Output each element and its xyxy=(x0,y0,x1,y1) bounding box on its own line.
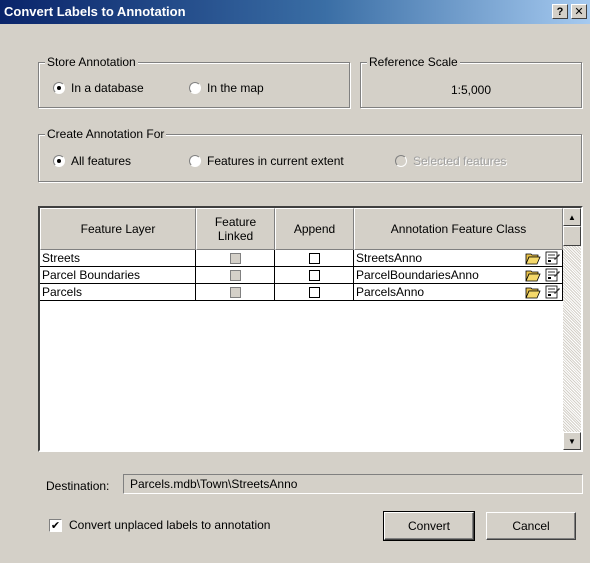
annotation-class-name: ParcelsAnno xyxy=(356,285,425,299)
append-checkbox[interactable] xyxy=(308,252,320,264)
vertical-scrollbar[interactable]: ▲ ▼ xyxy=(563,208,581,450)
column-header-feature-linked[interactable]: Feature Linked xyxy=(196,208,275,250)
cell-feature-layer[interactable]: Parcels xyxy=(40,284,196,301)
feature-linked-checkbox xyxy=(229,269,241,281)
cell-annotation-class[interactable]: StreetsAnno xyxy=(354,250,563,267)
append-checkbox[interactable] xyxy=(308,269,320,281)
cell-annotation-class[interactable]: ParcelBoundariesAnno xyxy=(354,267,563,284)
radio-indicator xyxy=(53,82,65,94)
column-header-feature-layer[interactable]: Feature Layer xyxy=(40,208,196,250)
radio-in-database[interactable]: In a database xyxy=(53,81,144,95)
table-row[interactable]: Parcel Boundaries ParcelBoundariesAnno xyxy=(40,267,563,284)
cell-feature-linked xyxy=(196,267,275,284)
cell-feature-linked xyxy=(196,250,275,267)
radio-all-features[interactable]: All features xyxy=(53,154,131,168)
feature-linked-checkbox xyxy=(229,286,241,298)
table-row[interactable]: Streets StreetsAnno xyxy=(40,250,563,267)
reference-scale-group: Reference Scale 1:5,000 xyxy=(360,55,582,108)
table-row[interactable]: Parcels ParcelsAnno xyxy=(40,284,563,301)
window-title: Convert Labels to Annotation xyxy=(4,4,186,19)
append-checkbox[interactable] xyxy=(308,286,320,298)
cell-feature-layer[interactable]: Streets xyxy=(40,250,196,267)
radio-in-map-label: In the map xyxy=(207,81,264,95)
feature-linked-checkbox xyxy=(229,252,241,264)
convert-labels-dialog: Convert Labels to Annotation ? ✕ Store A… xyxy=(0,0,590,563)
help-button[interactable]: ? xyxy=(552,4,568,19)
create-annotation-for-group: Create Annotation For All features Featu… xyxy=(38,127,582,182)
reference-scale-value: 1:5,000 xyxy=(450,83,492,97)
cancel-button[interactable]: Cancel xyxy=(486,512,576,540)
convert-unplaced-option[interactable]: ✔ Convert unplaced labels to annotation xyxy=(49,518,270,532)
title-bar[interactable]: Convert Labels to Annotation ? ✕ xyxy=(0,0,590,24)
properties-icon[interactable] xyxy=(543,251,561,266)
cell-append[interactable] xyxy=(275,267,354,284)
column-header-append[interactable]: Append xyxy=(275,208,354,250)
close-button[interactable]: ✕ xyxy=(571,4,587,19)
reference-scale-label: Reference Scale xyxy=(367,55,460,69)
feature-layer-grid: Feature Layer Feature Linked Append Anno… xyxy=(38,206,583,452)
convert-unplaced-label: Convert unplaced labels to annotation xyxy=(69,518,271,532)
folder-open-icon[interactable] xyxy=(524,285,542,300)
scroll-up-button[interactable]: ▲ xyxy=(563,208,581,226)
radio-current-extent[interactable]: Features in current extent xyxy=(189,154,344,168)
radio-selected-features: Selected features xyxy=(395,154,506,168)
cell-annotation-class[interactable]: ParcelsAnno xyxy=(354,284,563,301)
annotation-class-name: ParcelBoundariesAnno xyxy=(356,268,479,282)
radio-selected-features-label: Selected features xyxy=(413,154,507,168)
cell-append[interactable] xyxy=(275,250,354,267)
properties-icon[interactable] xyxy=(543,285,561,300)
convert-button[interactable]: Convert xyxy=(383,511,475,541)
column-header-annotation-class[interactable]: Annotation Feature Class xyxy=(354,208,563,250)
destination-field: Parcels.mdb\Town\StreetsAnno xyxy=(123,474,583,494)
folder-open-icon[interactable] xyxy=(524,251,542,266)
folder-open-icon[interactable] xyxy=(524,268,542,283)
cell-feature-layer[interactable]: Parcel Boundaries xyxy=(40,267,196,284)
scroll-thumb[interactable] xyxy=(563,226,581,246)
destination-label: Destination: xyxy=(46,479,110,493)
radio-in-map[interactable]: In the map xyxy=(189,81,264,95)
radio-current-extent-label: Features in current extent xyxy=(207,154,344,168)
radio-indicator xyxy=(395,155,407,167)
convert-unplaced-checkbox[interactable]: ✔ xyxy=(49,518,62,532)
radio-indicator xyxy=(53,155,65,167)
grid-content: Feature Layer Feature Linked Append Anno… xyxy=(40,208,563,450)
grid-header: Feature Layer Feature Linked Append Anno… xyxy=(40,208,563,250)
annotation-class-name: StreetsAnno xyxy=(356,251,423,265)
radio-indicator xyxy=(189,82,201,94)
radio-indicator xyxy=(189,155,201,167)
cell-feature-linked xyxy=(196,284,275,301)
radio-all-features-label: All features xyxy=(71,154,132,168)
cell-append[interactable] xyxy=(275,284,354,301)
create-annotation-for-label: Create Annotation For xyxy=(45,127,167,141)
properties-icon[interactable] xyxy=(543,268,561,283)
store-annotation-group: Store Annotation In a database In the ma… xyxy=(38,55,350,108)
scroll-down-button[interactable]: ▼ xyxy=(563,432,581,450)
radio-in-database-label: In a database xyxy=(71,81,144,95)
store-annotation-label: Store Annotation xyxy=(45,55,138,69)
